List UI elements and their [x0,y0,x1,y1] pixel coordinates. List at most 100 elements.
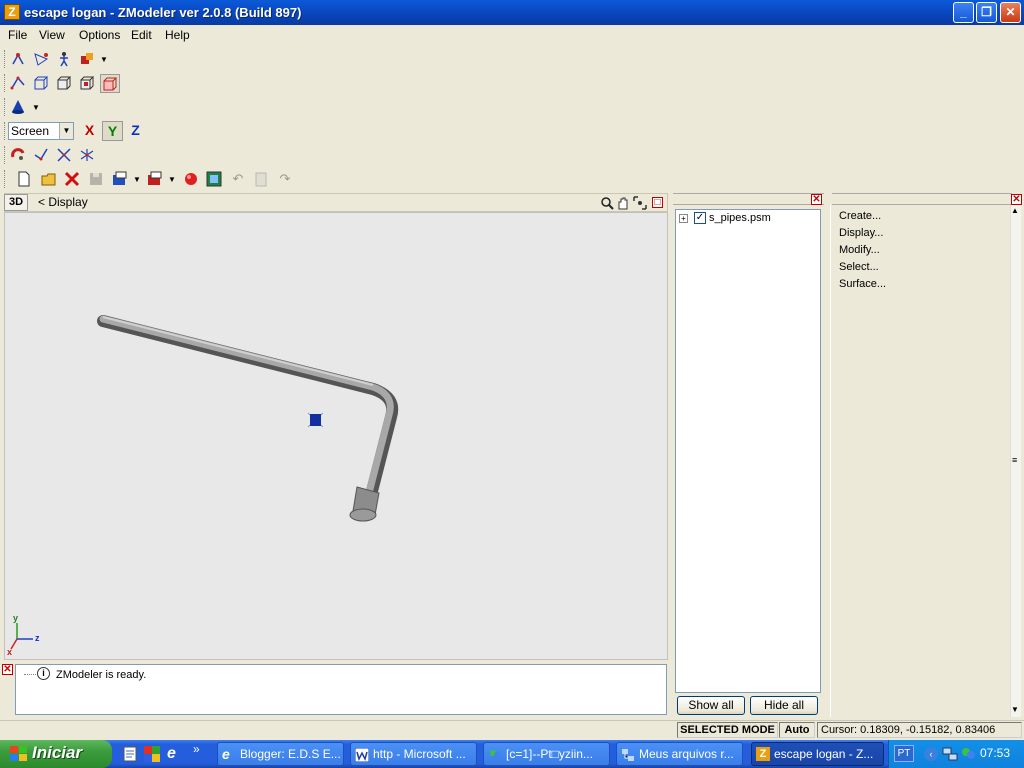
magnet-icon[interactable] [8,146,28,165]
hide-all-button[interactable]: Hide all [750,696,818,715]
viewport-3d[interactable]: y z x [4,212,668,660]
chevron-down-icon[interactable]: ▼ [133,170,141,189]
task-network[interactable]: Meus arquivos r... [616,742,743,766]
chevron-down-icon[interactable]: ▼ [168,170,176,189]
google-icon[interactable] [144,746,160,762]
vertex-mode-icon[interactable] [8,74,28,93]
chevron-down-icon[interactable]: ▼ [100,50,108,69]
status-auto[interactable]: Auto [779,722,815,738]
command-panel-header[interactable] [832,193,1012,205]
object-visible-checkbox[interactable]: ✓ [694,212,706,224]
toolbar-grip[interactable] [4,98,7,116]
scene-canvas[interactable] [5,213,668,660]
zmodeler-icon: Z [756,747,770,761]
toolbar-grip[interactable] [4,170,7,188]
object-mode-icon[interactable] [54,74,74,93]
export-icon[interactable] [145,170,165,189]
toolbar-grip[interactable] [4,146,7,164]
chevron-down-icon[interactable]: ▼ [59,123,73,139]
tray-expand-icon[interactable]: ‹ [924,747,938,761]
axis-x-button[interactable]: X [79,121,100,141]
restore-button[interactable]: ❐ [976,2,997,23]
group-mode-icon[interactable] [77,74,97,93]
toolbar-grip[interactable] [4,122,7,140]
select-faces-icon[interactable] [31,50,51,69]
task-label: escape logan - Z... [774,747,874,761]
save-icon[interactable] [86,170,106,189]
undo-icon[interactable]: ↶ [228,170,248,189]
axis-z-button[interactable]: Z [125,121,146,141]
axis-y-button[interactable]: Y [102,121,123,141]
close-button[interactable]: ✕ [1000,2,1021,23]
import-icon[interactable] [110,170,130,189]
messenger-tray-icon[interactable] [960,746,976,762]
internet-explorer-icon[interactable]: e [167,746,183,762]
status-mode[interactable]: SELECTED MODE [677,722,778,738]
new-file-icon[interactable] [14,170,34,189]
zoom-extents-icon[interactable] [633,196,647,210]
pipe-model[interactable] [97,315,399,522]
command-surface[interactable]: Surface... [839,278,886,290]
render-icon[interactable] [181,170,201,189]
scroll-up-icon[interactable]: ▲ [1011,206,1019,215]
open-folder-icon[interactable] [39,170,59,189]
command-display[interactable]: Display... [839,227,883,239]
close-command-panel-icon[interactable]: ✕ [1011,194,1022,205]
close-log-icon[interactable]: ✕ [2,664,13,675]
scroll-down-icon[interactable]: ▼ [1011,705,1019,714]
close-scene-tree-icon[interactable]: ✕ [811,194,822,205]
menu-file[interactable]: File [8,28,27,42]
scroll-thumb-icon[interactable]: ≡ [1012,455,1017,465]
clipboard-icon[interactable] [251,170,271,189]
scene-tree-header[interactable] [673,193,824,205]
command-modify[interactable]: Modify... [839,244,880,256]
rotate-tool-icon[interactable] [77,146,97,165]
command-create[interactable]: Create... [839,210,881,222]
menu-options[interactable]: Options [79,28,120,42]
task-word[interactable]: http - Microsoft ... [350,742,477,766]
selection-marker[interactable] [307,412,324,428]
language-indicator[interactable]: PT [894,745,914,762]
redo-icon[interactable]: ↷ [275,170,295,189]
pan-hand-icon[interactable] [616,196,630,210]
expand-icon[interactable]: + [679,214,688,223]
select-group-icon[interactable] [77,50,97,69]
move-tool-icon[interactable] [31,146,51,165]
zoom-icon[interactable] [600,196,614,210]
notepad-icon[interactable] [122,746,138,762]
textures-icon[interactable] [204,170,224,189]
windows-logo-icon [10,746,27,762]
task-blogger[interactable]: e Blogger: E.D.S E... [217,742,344,766]
task-messenger[interactable]: [c=1]--Pt□yziin... [483,742,610,766]
scene-tree[interactable] [675,209,821,693]
minimize-button[interactable]: _ [953,2,974,23]
toolbar-grip[interactable] [4,74,7,92]
axis-z-label: z [35,633,40,643]
command-select[interactable]: Select... [839,261,879,273]
task-zmodeler[interactable]: Z escape logan - Z... [751,742,884,766]
chevron-down-icon[interactable]: ▼ [32,98,40,117]
show-all-button[interactable]: Show all [677,696,745,715]
scale-tool-icon[interactable] [54,146,74,165]
network-tray-icon[interactable] [942,746,958,762]
zmodeler-app-icon[interactable]: Z [4,4,20,20]
select-vertices-icon[interactable] [8,50,28,69]
scene-tree-item[interactable]: s_pipes.psm [709,212,771,224]
face-mode-icon[interactable] [31,74,51,93]
view-mode-button[interactable]: 3D [4,194,28,211]
menu-edit[interactable]: Edit [131,28,152,42]
all-mode-icon[interactable] [100,74,120,93]
axis-y-label: y [13,613,19,623]
maximize-viewport-icon[interactable]: □ [652,197,663,208]
menu-view[interactable]: View [39,28,65,42]
delete-icon[interactable] [62,170,82,189]
menu-help[interactable]: Help [165,28,190,42]
chevron-more-icon[interactable]: » [193,742,200,756]
cone-primitive-icon[interactable] [8,98,28,117]
viewport-name[interactable]: < Display [38,195,88,209]
window-title: escape logan - ZModeler ver 2.0.8 (Build… [24,5,302,20]
select-objects-icon[interactable] [54,50,74,69]
toolbar-grip[interactable] [4,50,7,68]
toolbar-file: ▼ ▼ ↶ ↷ [4,168,304,190]
coord-system-select[interactable]: Screen ▼ [8,122,74,140]
